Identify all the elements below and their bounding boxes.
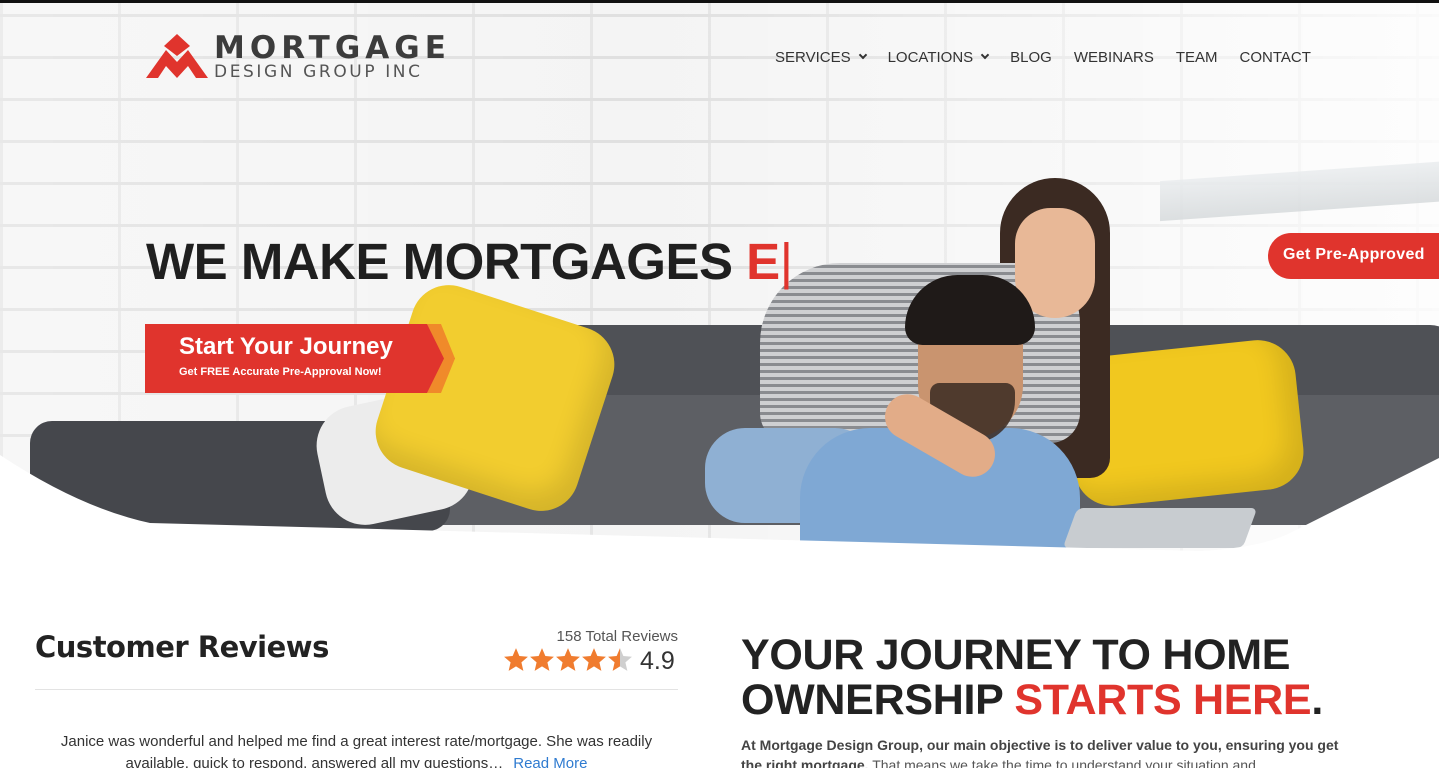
- read-more-link[interactable]: Read More: [513, 755, 587, 768]
- nav-label: SERVICES: [775, 48, 851, 66]
- cta-title: Start Your Journey: [179, 333, 393, 360]
- nav-label: LOCATIONS: [887, 48, 974, 66]
- logo-mark-icon: [146, 34, 208, 78]
- reviews-total: 158 Total Reviews: [556, 628, 678, 645]
- journey-title: YOUR JOURNEY TO HOME OWNERSHIP STARTS HER…: [741, 633, 1323, 723]
- journey-title-line2: OWNERSHIP: [741, 676, 1003, 724]
- hero-headline: WE MAKE MORTGAGES E|: [146, 232, 793, 291]
- nav-label: CONTACT: [1239, 48, 1311, 66]
- star-rating: [503, 647, 633, 673]
- typing-cursor: |: [779, 233, 793, 290]
- average-rating: 4.9: [640, 647, 675, 675]
- logo-subtitle: DESIGN GROUP INC: [214, 62, 423, 82]
- nav-item-contact[interactable]: CONTACT: [1240, 49, 1311, 66]
- star-icon: [504, 648, 528, 671]
- logo-wordmark: MORTGAGE: [214, 30, 451, 66]
- get-pre-approved-button[interactable]: Get Pre-Approved: [1268, 233, 1439, 279]
- headline-static: WE MAKE MORTGAGES: [146, 233, 733, 290]
- cta-subtitle: Get FREE Accurate Pre-Approval Now!: [179, 366, 382, 378]
- journey-description: At Mortgage Design Group, our main objec…: [741, 735, 1351, 768]
- nav-label: TEAM: [1175, 48, 1218, 66]
- nav-item-services[interactable]: SERVICES: [775, 48, 867, 66]
- star-icon: [582, 648, 606, 671]
- review-text: Janice was wonderful and helped me find …: [55, 731, 658, 768]
- journey-title-highlight: STARTS HERE: [1014, 676, 1312, 724]
- journey-desc-rest: That means we take the time to understan…: [872, 757, 1256, 768]
- main-nav: SERVICES LOCATIONS BLOG WEBINARS TEAM CO…: [775, 47, 1311, 67]
- star-icon: [556, 648, 580, 671]
- nav-item-blog[interactable]: BLOG: [1010, 49, 1052, 66]
- reviews-divider: [35, 689, 678, 690]
- headline-typed-text: E: [746, 233, 780, 290]
- nav-item-locations[interactable]: LOCATIONS: [887, 48, 990, 66]
- nav-item-team[interactable]: TEAM: [1176, 49, 1218, 66]
- nav-label: BLOG: [1010, 48, 1052, 66]
- logo[interactable]: MORTGAGE DESIGN GROUP INC: [146, 30, 466, 84]
- journey-title-line1: YOUR JOURNEY TO HOME: [741, 631, 1291, 679]
- start-journey-button[interactable]: Start Your Journey Get FREE Accurate Pre…: [145, 324, 455, 393]
- reviews-title: Customer Reviews: [35, 630, 329, 664]
- nav-item-webinars[interactable]: WEBINARS: [1074, 49, 1154, 66]
- star-icon: [530, 648, 554, 671]
- chevron-down-icon: [980, 50, 990, 60]
- nav-label: WEBINARS: [1073, 48, 1154, 66]
- half-star-icon: [608, 648, 632, 671]
- chevron-down-icon: [858, 50, 867, 60]
- journey-title-period: .: [1311, 676, 1323, 724]
